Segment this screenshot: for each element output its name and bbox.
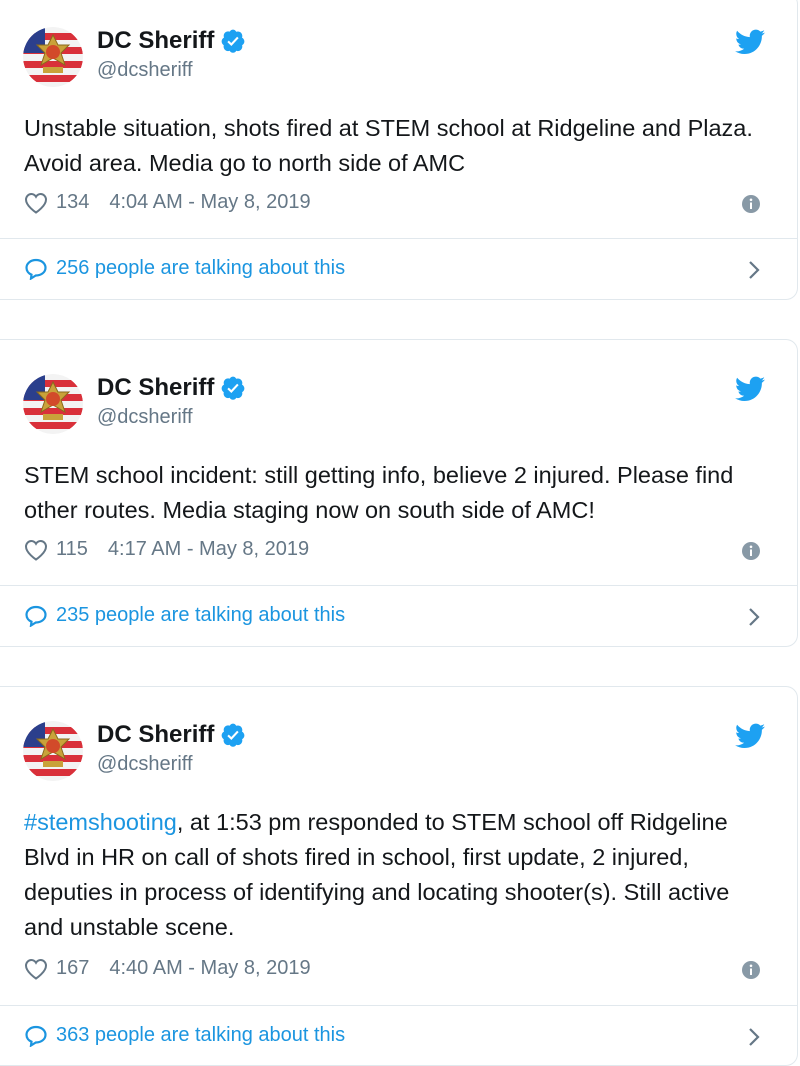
twitter-bird-icon[interactable] bbox=[735, 376, 765, 402]
avatar[interactable] bbox=[23, 374, 83, 434]
tweet-meta: 167 4:40 AM - May 8, 2019 bbox=[24, 957, 311, 980]
author-row: DC Sheriff bbox=[97, 27, 246, 55]
tweet-text: STEM school incident: still getting info… bbox=[24, 462, 734, 523]
tweet-header: DC Sheriff @dcsheriff bbox=[0, 687, 797, 759]
tweet-timestamp[interactable]: 4:40 AM - May 8, 2019 bbox=[109, 957, 310, 980]
tweet-card[interactable]: DC Sheriff @dcsheriff Unstable situation… bbox=[0, 0, 798, 300]
author-name[interactable]: DC Sheriff bbox=[97, 374, 214, 402]
author-row: DC Sheriff bbox=[97, 721, 246, 749]
info-icon[interactable] bbox=[741, 541, 761, 561]
author-handle[interactable]: @dcsheriff bbox=[97, 59, 193, 82]
author-handle[interactable]: @dcsheriff bbox=[97, 753, 193, 776]
like-count: 167 bbox=[56, 957, 90, 979]
verified-badge-icon bbox=[220, 375, 246, 401]
verified-badge-icon bbox=[220, 722, 246, 748]
chevron-right-icon[interactable] bbox=[747, 606, 761, 628]
twitter-bird-icon[interactable] bbox=[735, 29, 765, 55]
heart-icon[interactable] bbox=[24, 192, 48, 214]
chevron-right-icon[interactable] bbox=[747, 259, 761, 281]
author-name[interactable]: DC Sheriff bbox=[97, 721, 214, 749]
speech-bubble-icon bbox=[24, 258, 48, 280]
heart-icon[interactable] bbox=[24, 539, 48, 561]
avatar[interactable] bbox=[23, 721, 83, 781]
speech-bubble-icon bbox=[24, 605, 48, 627]
avatar[interactable] bbox=[23, 27, 83, 87]
hashtag-link[interactable]: #stemshooting bbox=[24, 809, 177, 835]
like-count: 134 bbox=[56, 191, 90, 213]
author-name[interactable]: DC Sheriff bbox=[97, 27, 214, 55]
conversation-link[interactable]: 256 people are talking about this bbox=[24, 257, 345, 280]
divider bbox=[0, 1005, 797, 1006]
tweet-meta: 134 4:04 AM - May 8, 2019 bbox=[24, 191, 311, 214]
tweet-text: Unstable situation, shots fired at STEM … bbox=[24, 115, 753, 176]
talking-count: 256 people are talking about this bbox=[56, 257, 346, 279]
tweet-header: DC Sheriff @dcsheriff bbox=[0, 0, 797, 65]
conversation-link[interactable]: 363 people are talking about this bbox=[24, 1024, 345, 1047]
divider bbox=[0, 238, 797, 239]
conversation-link[interactable]: 235 people are talking about this bbox=[24, 604, 345, 627]
twitter-bird-icon[interactable] bbox=[735, 723, 765, 749]
tweet-text: #stemshooting, at 1:53 pm responded to S… bbox=[24, 805, 773, 945]
speech-bubble-icon bbox=[24, 1025, 48, 1047]
heart-icon[interactable] bbox=[24, 958, 48, 980]
tweet-timestamp[interactable]: 4:04 AM - May 8, 2019 bbox=[109, 191, 310, 214]
divider bbox=[0, 585, 797, 586]
tweet-card[interactable]: DC Sheriff @dcsheriff STEM school incide… bbox=[0, 339, 798, 647]
author-row: DC Sheriff bbox=[97, 374, 246, 402]
author-handle[interactable]: @dcsheriff bbox=[97, 406, 193, 429]
chevron-right-icon[interactable] bbox=[747, 1026, 761, 1048]
like-count: 115 bbox=[56, 538, 88, 560]
info-icon[interactable] bbox=[741, 960, 761, 980]
talking-count: 363 people are talking about this bbox=[56, 1024, 346, 1046]
tweet-timestamp[interactable]: 4:17 AM - May 8, 2019 bbox=[108, 538, 309, 561]
tweet-meta: 115 4:17 AM - May 8, 2019 bbox=[24, 538, 309, 561]
talking-count: 235 people are talking about this bbox=[56, 604, 346, 626]
tweet-card[interactable]: DC Sheriff @dcsheriff #stemshooting, at … bbox=[0, 686, 798, 1066]
verified-badge-icon bbox=[220, 28, 246, 54]
tweet-header: DC Sheriff @dcsheriff bbox=[0, 340, 797, 412]
info-icon[interactable] bbox=[741, 194, 761, 214]
